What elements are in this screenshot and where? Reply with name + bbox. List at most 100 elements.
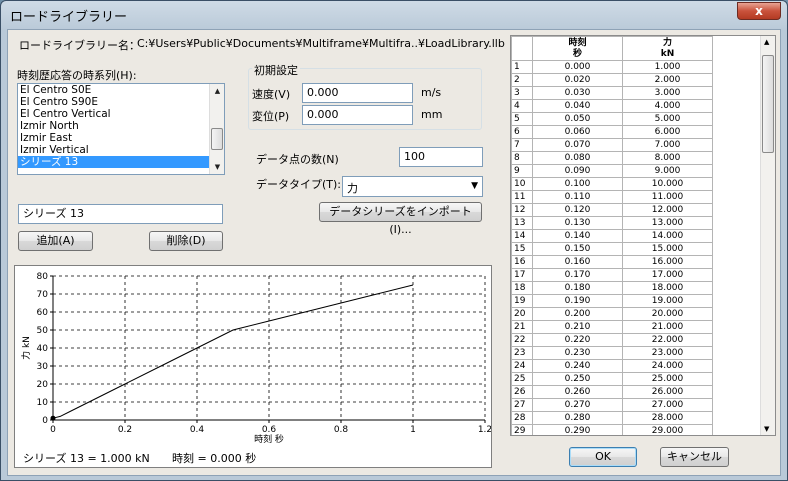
time-cell[interactable]: 0.170 [532, 268, 623, 282]
displacement-input[interactable]: 0.000 [302, 105, 413, 125]
time-column-header[interactable]: 時刻 秒 [532, 36, 623, 61]
table-row[interactable]: 14 0.140 14.000 [511, 229, 713, 243]
time-cell[interactable]: 0.050 [532, 112, 623, 126]
time-cell[interactable]: 0.060 [532, 125, 623, 139]
list-item[interactable]: El Centro S90E [18, 96, 209, 108]
table-row[interactable]: 27 0.270 27.000 [511, 398, 713, 412]
force-cell[interactable]: 11.000 [622, 190, 713, 204]
add-button[interactable]: 追加(A) [18, 231, 93, 251]
table-scroll-thumb[interactable] [762, 55, 774, 153]
force-cell[interactable]: 8.000 [622, 151, 713, 165]
scroll-up-arrow-icon[interactable]: ▲ [764, 38, 769, 46]
table-row[interactable]: 24 0.240 24.000 [511, 359, 713, 373]
time-cell[interactable]: 0.270 [532, 398, 623, 412]
ok-button[interactable]: OK [569, 447, 637, 467]
table-row[interactable]: 17 0.170 17.000 [511, 268, 713, 282]
data-type-select[interactable]: 力 ▼ [342, 176, 483, 197]
table-scrollbar[interactable]: ▲ ▼ [760, 36, 775, 435]
table-row[interactable]: 3 0.030 3.000 [511, 86, 713, 100]
table-row[interactable]: 12 0.120 12.000 [511, 203, 713, 217]
time-cell[interactable]: 0.200 [532, 307, 623, 321]
time-cell[interactable]: 0.280 [532, 411, 623, 425]
series-list-scrollbar[interactable]: ▲ ▼ [209, 84, 224, 174]
table-row[interactable]: 18 0.180 18.000 [511, 281, 713, 295]
table-row[interactable]: 4 0.040 4.000 [511, 99, 713, 113]
force-cell[interactable]: 18.000 [622, 281, 713, 295]
force-cell[interactable]: 22.000 [622, 333, 713, 347]
table-row[interactable]: 2 0.020 2.000 [511, 73, 713, 87]
series-listbox[interactable]: El Centro S0E El Centro S90E El Centro Ver… [17, 83, 225, 175]
import-series-button[interactable]: データシリーズをインポート(I)... [319, 202, 482, 236]
scroll-down-arrow-icon[interactable]: ▼ [210, 160, 224, 174]
time-cell[interactable]: 0.030 [532, 86, 623, 100]
force-cell[interactable]: 25.000 [622, 372, 713, 386]
table-row[interactable]: 11 0.110 11.000 [511, 190, 713, 204]
force-cell[interactable]: 1.000 [622, 60, 713, 74]
force-cell[interactable]: 24.000 [622, 359, 713, 373]
time-cell[interactable]: 0.180 [532, 281, 623, 295]
time-cell[interactable]: 0.220 [532, 333, 623, 347]
table-row[interactable]: 21 0.210 21.000 [511, 320, 713, 334]
data-table[interactable]: 時刻 秒 力 kN 1 0.000 1.000 2 0.020 2.000 3 0.030 3.… [510, 35, 776, 436]
table-row[interactable]: 15 0.150 15.000 [511, 242, 713, 256]
force-cell[interactable]: 17.000 [622, 268, 713, 282]
time-cell[interactable]: 0.120 [532, 203, 623, 217]
force-cell[interactable]: 14.000 [622, 229, 713, 243]
force-cell[interactable]: 29.000 [622, 424, 713, 435]
table-row[interactable]: 6 0.060 6.000 [511, 125, 713, 139]
table-row[interactable]: 10 0.100 10.000 [511, 177, 713, 191]
force-column-header[interactable]: 力 kN [622, 36, 713, 61]
force-cell[interactable]: 23.000 [622, 346, 713, 360]
list-item[interactable]: El Centro Vertical [18, 108, 209, 120]
cancel-button[interactable]: キャンセル [660, 447, 729, 467]
force-cell[interactable]: 9.000 [622, 164, 713, 178]
force-cell[interactable]: 7.000 [622, 138, 713, 152]
table-row[interactable]: 9 0.090 9.000 [511, 164, 713, 178]
time-cell[interactable]: 0.080 [532, 151, 623, 165]
table-row[interactable]: 19 0.190 19.000 [511, 294, 713, 308]
time-cell[interactable]: 0.150 [532, 242, 623, 256]
table-row[interactable]: 25 0.250 25.000 [511, 372, 713, 386]
force-cell[interactable]: 20.000 [622, 307, 713, 321]
close-button[interactable]: x [737, 2, 781, 20]
list-item[interactable]: Izmir East [18, 132, 209, 144]
force-cell[interactable]: 27.000 [622, 398, 713, 412]
scroll-thumb[interactable] [211, 128, 223, 150]
force-cell[interactable]: 3.000 [622, 86, 713, 100]
time-cell[interactable]: 0.140 [532, 229, 623, 243]
table-row[interactable]: 13 0.130 13.000 [511, 216, 713, 230]
time-cell[interactable]: 0.100 [532, 177, 623, 191]
table-row[interactable]: 28 0.280 28.000 [511, 411, 713, 425]
table-row[interactable]: 8 0.080 8.000 [511, 151, 713, 165]
time-cell[interactable]: 0.260 [532, 385, 623, 399]
time-cell[interactable]: 0.070 [532, 138, 623, 152]
list-item[interactable]: Izmir Vertical [18, 144, 209, 156]
table-row[interactable]: 23 0.230 23.000 [511, 346, 713, 360]
velocity-input[interactable]: 0.000 [302, 83, 413, 103]
time-cell[interactable]: 0.250 [532, 372, 623, 386]
series-name-input[interactable]: シリーズ 13 [18, 204, 223, 224]
force-cell[interactable]: 15.000 [622, 242, 713, 256]
force-cell[interactable]: 13.000 [622, 216, 713, 230]
time-cell[interactable]: 0.040 [532, 99, 623, 113]
time-cell[interactable]: 0.160 [532, 255, 623, 269]
time-cell[interactable]: 0.130 [532, 216, 623, 230]
scroll-down-arrow-icon[interactable]: ▼ [764, 425, 769, 433]
delete-button[interactable]: 削除(D) [149, 231, 223, 251]
force-cell[interactable]: 10.000 [622, 177, 713, 191]
list-item[interactable]: シリーズ 13 [18, 156, 209, 168]
scroll-up-arrow-icon[interactable]: ▲ [210, 84, 224, 98]
time-cell[interactable]: 0.210 [532, 320, 623, 334]
force-cell[interactable]: 4.000 [622, 99, 713, 113]
table-row[interactable]: 20 0.200 20.000 [511, 307, 713, 321]
table-row[interactable]: 29 0.290 29.000 [511, 424, 713, 435]
force-cell[interactable]: 5.000 [622, 112, 713, 126]
table-row[interactable]: 7 0.070 7.000 [511, 138, 713, 152]
time-cell[interactable]: 0.000 [532, 60, 623, 74]
table-row[interactable]: 22 0.220 22.000 [511, 333, 713, 347]
force-cell[interactable]: 28.000 [622, 411, 713, 425]
time-cell[interactable]: 0.290 [532, 424, 623, 435]
table-row[interactable]: 5 0.050 5.000 [511, 112, 713, 126]
time-cell[interactable]: 0.110 [532, 190, 623, 204]
table-row[interactable]: 16 0.160 16.000 [511, 255, 713, 269]
